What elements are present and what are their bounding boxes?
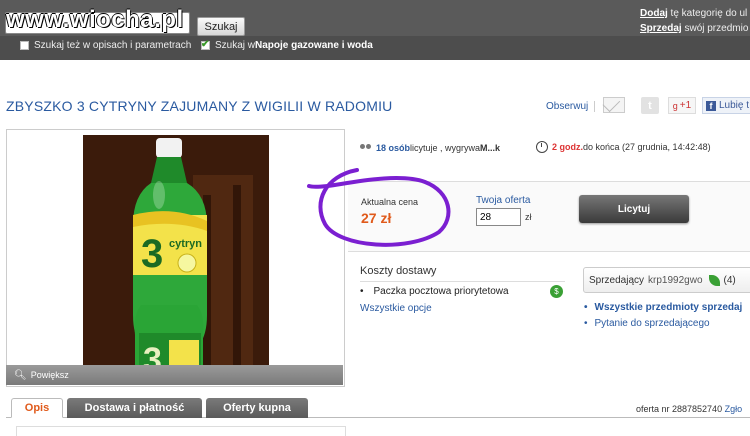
time-left: 2 godz. xyxy=(552,142,583,152)
leaf-icon xyxy=(708,274,720,286)
your-offer-label: Twoja oferta xyxy=(476,195,531,206)
sell-text: swój przedmio xyxy=(681,23,749,34)
header-right-links: Dodaj tę kategorię do ul Sprzedaj swój p… xyxy=(640,6,748,36)
tab-description[interactable]: Opis xyxy=(11,398,63,418)
time-left-text: do końca (27 grudnia, 14:42:48) xyxy=(583,142,711,152)
annotation-circle xyxy=(307,168,451,247)
report-link[interactable]: Zgło xyxy=(725,404,743,414)
all-shipping-options-link[interactable]: Wszystkie opcje xyxy=(360,303,432,314)
winner-name: M...k xyxy=(480,143,501,153)
item-photo[interactable]: 3 cytryn 3 xyxy=(83,135,269,381)
offer-number-text: oferta nr 2887852740 xyxy=(636,404,723,414)
search-category-option[interactable]: Szukaj w Napoje gazowane i woda xyxy=(201,39,373,51)
google-plus-icon: g xyxy=(672,100,678,111)
seller-rating: (4) xyxy=(723,274,736,286)
site-watermark: www.wiocha.pl xyxy=(6,6,184,33)
clock-icon xyxy=(536,141,548,153)
shipping-divider xyxy=(360,281,565,282)
twitter-icon[interactable]: t xyxy=(641,97,659,114)
ask-seller-link[interactable]: • Pytanie do sprzedającego xyxy=(584,318,710,329)
shipping-option-label: Paczka pocztowa priorytetowa xyxy=(373,286,509,297)
zoom-bar[interactable]: 🔍︎ Powiększ xyxy=(6,365,343,385)
sell-link[interactable]: Sprzedaj xyxy=(640,23,682,34)
offer-number: oferta nr 2887852740 Zgło xyxy=(636,404,742,414)
seller-all-items-link[interactable]: • Wszystkie przedmioty sprzedaj xyxy=(584,302,742,313)
facebook-like-label: Lubię t xyxy=(719,100,750,111)
time-left-info: 2 godz. do końca (27 grudnia, 14:42:48) xyxy=(536,141,711,153)
bullet: • xyxy=(360,286,364,297)
item-title: ZBYSZKO 3 CYTRYNY ZAJUMANY Z WIGILII W R… xyxy=(6,98,393,114)
add-category-text: tę kategorię do ul xyxy=(667,8,748,19)
bid-button[interactable]: Licytuj xyxy=(579,195,689,223)
zoom-label: Powiększ xyxy=(30,370,69,380)
svg-text:3: 3 xyxy=(141,232,163,276)
google-plus-label: +1 xyxy=(679,100,692,111)
search-descriptions-option[interactable]: Szukaj też w opisach i parametrach xyxy=(20,40,191,51)
users-icon xyxy=(360,143,372,153)
bidders-info: 18 osób licytuje , wygrywa M...k xyxy=(360,143,500,153)
watch-link[interactable]: Obserwuj xyxy=(546,101,596,112)
bidders-count[interactable]: 18 osób xyxy=(376,143,410,153)
seller-box[interactable]: Sprzedający krp1992gwo (4) xyxy=(583,267,750,293)
seller-label: Sprzedający xyxy=(589,274,645,286)
shipping-info-icon[interactable]: $ xyxy=(550,285,563,298)
ask-seller-label: Pytanie do sprzedającego xyxy=(594,318,710,329)
seller-all-items-label: Wszystkie przedmioty sprzedaj xyxy=(594,302,743,313)
description-content xyxy=(16,426,346,436)
facebook-like-button[interactable]: f Lubię t xyxy=(702,97,750,114)
bullet: • xyxy=(584,302,588,313)
google-plus-button[interactable]: g +1 xyxy=(668,97,696,114)
search-category-name: Napoje gazowane i woda xyxy=(255,40,373,51)
bidders-text: licytuje , wygrywa xyxy=(410,143,481,153)
shipping-option: • Paczka pocztowa priorytetowa xyxy=(360,286,565,297)
tab-purchase-offers[interactable]: Oferty kupna xyxy=(206,398,308,418)
search-descriptions-checkbox[interactable] xyxy=(20,41,29,50)
bottle-image: 3 cytryn 3 xyxy=(83,135,269,381)
search-category-prefix: Szukaj w xyxy=(215,40,256,51)
bullet: • xyxy=(584,318,588,329)
facebook-icon: f xyxy=(706,100,716,111)
svg-text:cytryn: cytryn xyxy=(169,238,202,250)
seller-nick[interactable]: krp1992gwo xyxy=(648,275,702,286)
email-icon[interactable] xyxy=(603,97,625,113)
offer-unit: zł xyxy=(525,212,532,222)
shipping-title: Koszty dostawy xyxy=(360,265,437,277)
offer-amount-input[interactable] xyxy=(476,208,521,226)
item-photo-frame: 3 cytryn 3 xyxy=(6,129,345,387)
search-category-checkbox[interactable] xyxy=(201,39,210,50)
search-descriptions-label: Szukaj też w opisach i parametrach xyxy=(34,40,192,51)
tab-delivery-payment[interactable]: Dostawa i płatność xyxy=(67,398,202,418)
search-button[interactable]: Szukaj xyxy=(197,17,245,36)
magnifier-icon: 🔍︎ xyxy=(14,369,27,381)
add-category-link[interactable]: Dodaj xyxy=(640,8,668,19)
